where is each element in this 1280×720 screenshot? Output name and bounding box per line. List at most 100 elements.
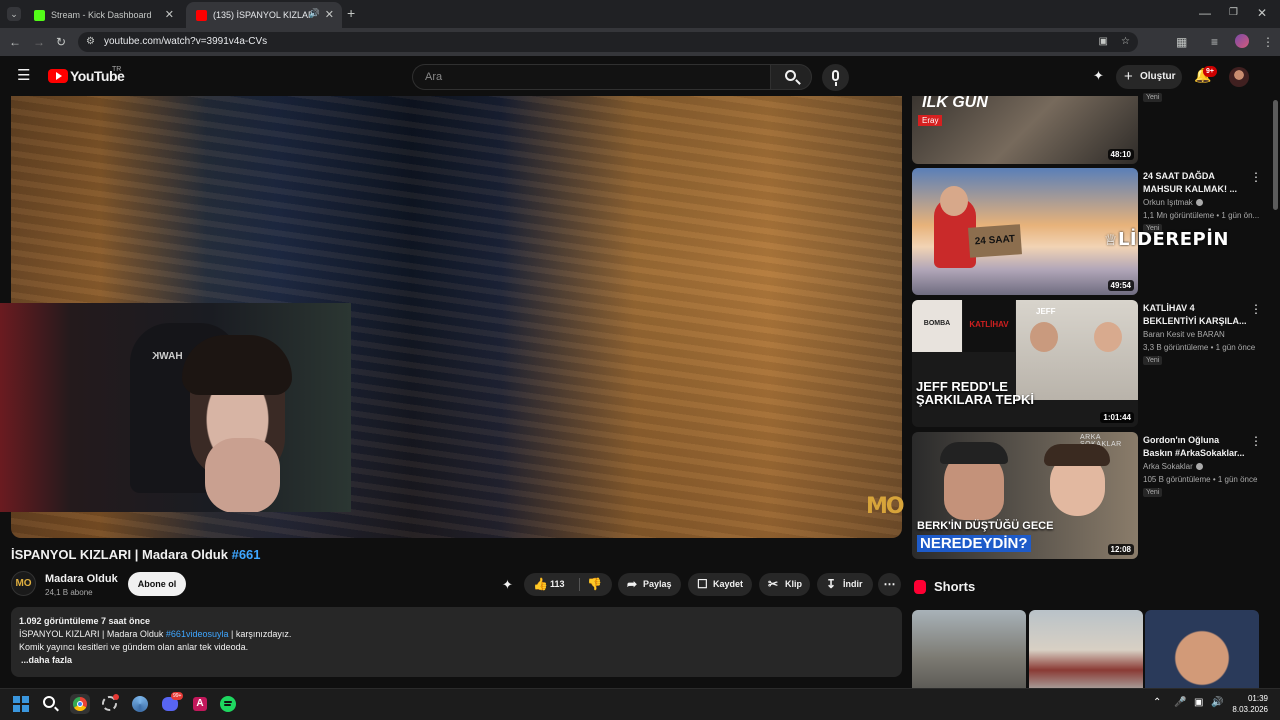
scrollbar-thumb[interactable] [1273,100,1278,210]
video-meta: 105 B görüntüleme • 1 gün önce [1143,475,1258,484]
new-tab-button[interactable]: + [347,6,355,20]
more-actions-icon[interactable]: ⋯ [878,573,901,596]
spotify-taskbar-icon[interactable] [218,694,238,714]
crown-icon: ♕ [1104,231,1118,249]
video-title: İSPANYOL KIZLARI | Madara Olduk #661 [11,547,261,562]
site-info-icon[interactable]: ⚙ [86,32,95,52]
clips-icon[interactable]: ✦ [1093,69,1104,83]
share-button[interactable]: ➦ Paylaş [618,573,681,596]
search-button[interactable] [770,64,812,90]
hashtag-link[interactable]: #661 [232,547,261,562]
microphone-icon [832,70,839,81]
channel-name[interactable]: Orkun Işıtmak [1143,198,1203,207]
channel-watermark[interactable]: MO [866,494,905,519]
tray-chevron-icon[interactable]: ⌃ [1153,697,1161,708]
channel-name[interactable]: Arka Sokaklar [1143,462,1203,471]
discord-badge: 99+ [171,692,184,700]
short-thumbnail[interactable] [912,610,1026,690]
video-title[interactable]: 24 SAAT DAĞDA MAHSUR KALMAK! ... [1143,170,1249,196]
minimize-icon[interactable]: — [1199,6,1211,20]
taskbar-search-icon[interactable] [43,696,55,708]
show-more-link[interactable]: ...daha fazla [19,654,894,667]
create-button[interactable]: + Oluştur [1116,65,1182,89]
search-icon [785,70,796,81]
tray-volume-icon[interactable]: 🔊 [1211,697,1223,708]
url-text: youtube.com/watch?v=3991v4a-CVs [104,36,268,47]
windows-start-icon[interactable] [13,696,29,712]
clip-button[interactable]: ✂ Klip [759,573,810,596]
channel-name[interactable]: Madara Olduk [45,573,118,585]
dislike-icon[interactable]: 👎 [587,573,602,596]
tab-close-icon[interactable]: ✕ [325,8,334,21]
more-options-icon[interactable]: ⋮ [1250,170,1262,184]
obs-taskbar-icon[interactable] [130,694,150,714]
voice-search-button[interactable] [822,64,849,91]
cast-icon[interactable]: ▣ [1099,32,1108,52]
clips-icon[interactable]: ✦ [502,577,513,593]
video-title[interactable]: Gordon'ın Oğluna Baskın #ArkaSokaklar... [1143,434,1249,460]
new-badge: Yeni [1143,356,1163,365]
tab-label: (135) İSPANYOL KIZLARI | M [213,10,313,20]
video-thumbnail[interactable]: İLK GÜN Eray 48:10 [912,96,1138,164]
short-thumbnail[interactable] [1029,610,1143,690]
taskbar-clock[interactable]: 01:39 8.03.2026 [1230,693,1268,715]
back-icon[interactable]: ← [9,35,21,49]
video-thumbnail[interactable]: BOMBA KATLİHAV JEFF JEFF REDD'LE ŞARKILA… [912,300,1138,427]
tab-youtube-video[interactable]: (135) İSPANYOL KIZLARI | M 🔊 ✕ [186,2,342,28]
video-thumbnail[interactable]: ARKA SOKAKLAR BERK'İN DÜŞTÜĞÜ GECE NERED… [912,432,1138,559]
related-video-card[interactable]: ARKA SOKAKLAR BERK'İN DÜŞTÜĞÜ GECE NERED… [912,432,1262,559]
more-options-icon[interactable]: ⋮ [1250,302,1262,316]
shorts-logo-icon [914,580,926,594]
restore-icon[interactable]: ❐ [1229,6,1238,20]
like-count[interactable]: 113 [550,573,565,596]
more-options-icon[interactable]: ⋮ [1250,434,1262,448]
related-video-card[interactable]: BOMBA KATLİHAV JEFF JEFF REDD'LE ŞARKILA… [912,300,1262,427]
youtube-logo-icon[interactable] [48,69,68,83]
app2-taskbar-icon[interactable]: A [190,694,210,714]
video-title[interactable]: KATLİHAV 4 BEKLENTİYİ KARŞILA... [1143,302,1249,328]
address-bar[interactable]: ⚙ youtube.com/watch?v=3991v4a-CVs ▣ ☆ [78,32,1138,52]
new-badge: Yeni [1143,93,1163,102]
tab-close-icon[interactable]: ✕ [165,8,174,21]
verified-icon [1195,199,1203,206]
tray-network-icon[interactable]: ▣ [1194,697,1203,708]
hamburger-menu-icon[interactable]: ☰ [17,68,30,83]
short-thumbnail[interactable] [1145,610,1259,690]
app-taskbar-icon[interactable] [100,694,120,714]
chrome-taskbar-icon[interactable] [70,694,90,714]
tab-search-icon[interactable]: ⌄ [7,7,21,21]
save-button[interactable]: ☐ Kaydet [688,573,752,596]
account-avatar[interactable] [1229,67,1249,87]
description-line: Komik yayıncı kesitleri ve gündem olan a… [19,642,249,652]
reload-icon[interactable]: ↻ [56,35,66,49]
download-button[interactable]: ↧ İndir [817,573,873,596]
chrome-menu-icon[interactable]: ⋮ [1262,35,1274,49]
close-window-icon[interactable]: ✕ [1257,6,1267,20]
subscribe-button[interactable]: Abone ol [128,572,186,596]
profile-avatar[interactable] [1235,34,1249,48]
create-label: Oluştur [1140,71,1176,82]
related-video-card[interactable]: İLK GÜN Eray 48:10 Yeni [912,93,1262,164]
liderepin-logo: ♕LİDEREPİN [1104,229,1229,250]
reading-list-icon[interactable]: ≡ [1211,35,1218,49]
tab-kick-dashboard[interactable]: Stream - Kick Dashboard ✕ [24,2,182,28]
bookmark-star-icon[interactable]: ☆ [1121,32,1130,52]
description-line: İSPANYOL KIZLARI | Madara Olduk #661vide… [19,629,292,639]
tray-mic-icon[interactable]: 🎤 [1174,697,1186,708]
speaker-icon[interactable]: 🔊 [309,8,320,19]
shorts-heading: Shorts [934,579,976,594]
forward-icon[interactable]: → [33,35,45,49]
view-stats: 1.092 görüntüleme 7 saat önce [19,616,151,626]
scissors-icon: ✂ [768,577,779,591]
description-box[interactable]: 1.092 görüntüleme 7 saat önce İSPANYOL K… [11,607,902,677]
like-icon[interactable]: 👍 [533,573,548,596]
like-dislike-group: 👍 113 👎 [524,573,612,596]
channel-avatar[interactable]: MO [11,571,36,596]
discord-taskbar-icon[interactable]: 99+ [160,692,184,714]
subscriber-count: 24,1 B abone [45,588,93,597]
search-input[interactable]: Ara [412,64,770,90]
extensions-icon[interactable]: ▦ [1176,35,1187,49]
channel-name[interactable]: Baran Kesit ve BARAN [1143,330,1225,339]
hashtag-link[interactable]: #661videosuyla [166,629,229,639]
tab-label: Stream - Kick Dashboard [51,10,152,20]
